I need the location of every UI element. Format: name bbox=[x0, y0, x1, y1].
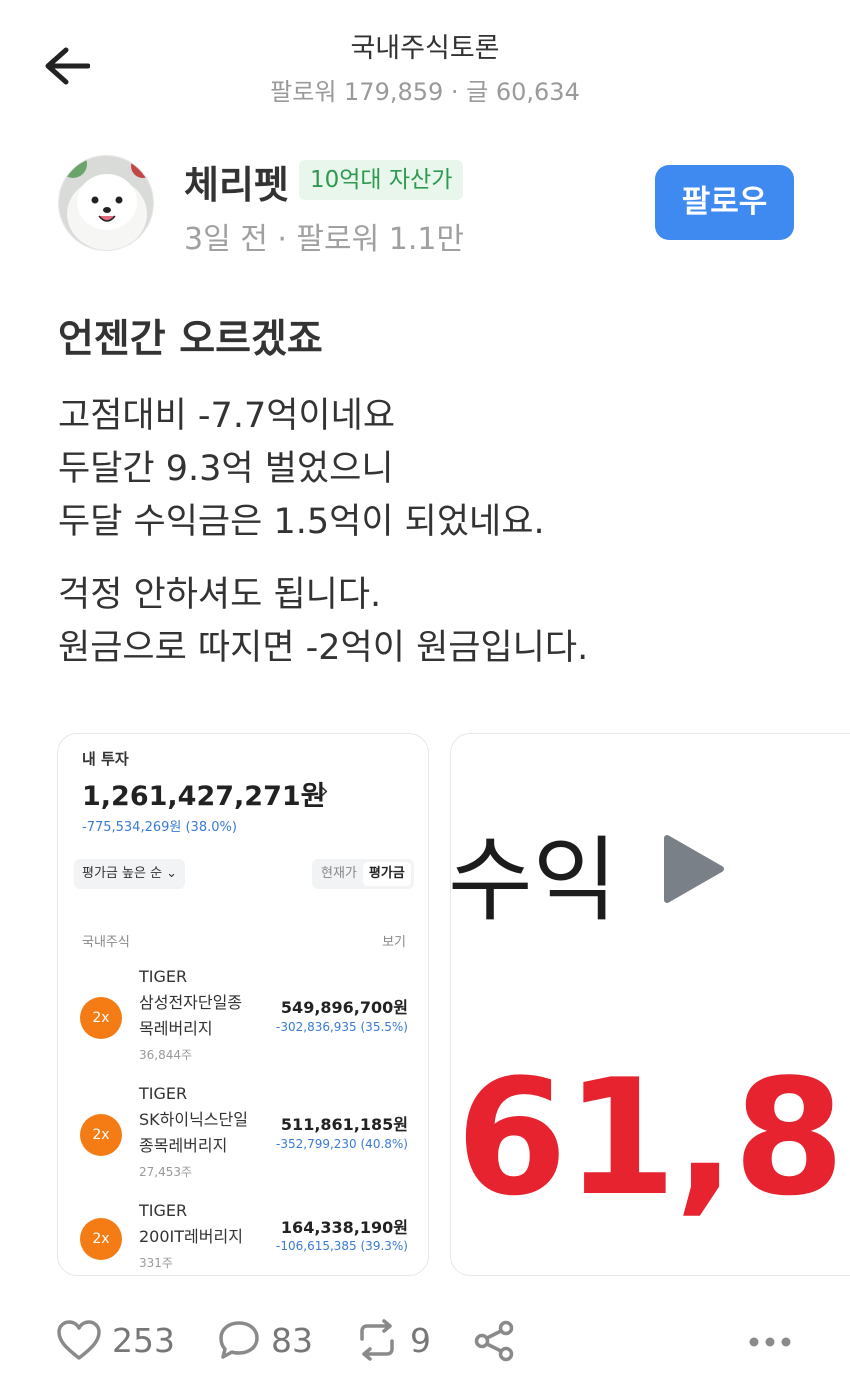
author-name[interactable]: 체리펫 bbox=[184, 154, 289, 209]
post-line: 걱정 안하셔도 됩니다. bbox=[58, 575, 382, 615]
header: 국내주식토론 팔로워 179,859 · 글 60,634 bbox=[0, 0, 850, 118]
play-icon bbox=[664, 835, 724, 903]
post-line: 두달간 9.3억 벌었으니 bbox=[58, 449, 394, 489]
post-line: 원금으로 따지면 -2억이 원금입니다. bbox=[58, 628, 589, 668]
leverage-badge: 2x bbox=[80, 1218, 122, 1260]
holding-change: -302,836,935 (35.5%) bbox=[276, 1020, 408, 1034]
section-label: 국내주식 bbox=[82, 935, 130, 950]
post-actions: 253 83 9 bbox=[0, 1305, 850, 1385]
board-title[interactable]: 국내주식토론 bbox=[0, 26, 850, 65]
holding-name-line: 삼성전자단일종 bbox=[139, 993, 243, 1012]
post-line: 두달 수익금은 1.5억이 되었네요. bbox=[58, 502, 545, 542]
heart-icon bbox=[57, 1320, 101, 1360]
holding-name: TIGER 200IT레버리지 bbox=[139, 1198, 243, 1250]
repost-count: 9 bbox=[410, 1320, 431, 1360]
post-meta: 3일 전 · 팔로워 1.1만 bbox=[184, 222, 465, 257]
price-toggle: 현재가 평가금 bbox=[312, 859, 414, 889]
post-body: 고점대비 -7.7억이네요 두달간 9.3억 벌었으니 두달 수익금은 1.5억… bbox=[58, 390, 588, 675]
share-button[interactable] bbox=[472, 1319, 516, 1363]
holding-change: -106,615,385 (39.3%) bbox=[276, 1239, 408, 1253]
holding-name-line: SK하이닉스단일 bbox=[139, 1110, 248, 1129]
sort-label: 평가금 높은 순 bbox=[82, 866, 163, 881]
profit-screenshot-card[interactable]: 수익 61,82 bbox=[450, 733, 850, 1276]
toggle-current-price: 현재가 bbox=[321, 866, 357, 881]
holding-name-line: TIGER bbox=[139, 1201, 188, 1220]
post-line: 고점대비 -7.7억이네요 bbox=[58, 396, 396, 436]
author-badge: 10억대 자산가 bbox=[299, 160, 464, 200]
like-button[interactable]: 253 bbox=[56, 1319, 175, 1361]
more-horizontal-icon bbox=[749, 1337, 791, 1347]
leverage-badge: 2x bbox=[80, 997, 122, 1039]
board-stats: 팔로워 179,859 · 글 60,634 bbox=[270, 78, 580, 106]
profit-word: 수익 bbox=[450, 827, 618, 934]
holding-amount: 164,338,190원 bbox=[280, 1218, 408, 1237]
investment-total: 1,261,427,271원 bbox=[82, 781, 326, 812]
toggle-valuation: 평가금 bbox=[362, 862, 411, 886]
leverage-badge: 2x bbox=[80, 1114, 122, 1156]
holding-name: TIGER SK하이닉스단일 종목레버리지 bbox=[139, 1081, 248, 1159]
holding-name-line: TIGER bbox=[139, 967, 188, 986]
share-icon bbox=[474, 1320, 514, 1362]
section-link: 보기 bbox=[382, 935, 406, 950]
investment-screenshot-card[interactable]: 내 투자 1,261,427,271원 › -775,534,269원 (38.… bbox=[57, 733, 429, 1276]
holding-row: 2x TIGER 삼성전자단일종 목레버리지 36,844주 549,896,7… bbox=[58, 964, 428, 1074]
like-count: 253 bbox=[112, 1320, 175, 1360]
profit-number: 61,82 bbox=[456, 1044, 850, 1231]
holding-row: 2x TIGER SK하이닉스단일 종목레버리지 27,453주 511,861… bbox=[58, 1081, 428, 1191]
avatar[interactable] bbox=[58, 155, 154, 251]
holding-amount: 549,896,700원 bbox=[280, 998, 408, 1017]
investment-label: 내 투자 bbox=[82, 750, 129, 768]
repost-button[interactable]: 9 bbox=[354, 1319, 431, 1361]
holding-amount: 511,861,185원 bbox=[280, 1115, 408, 1134]
chevron-right-icon: › bbox=[320, 779, 329, 804]
comment-count: 83 bbox=[271, 1320, 313, 1360]
dog-avatar-image bbox=[59, 156, 153, 250]
more-options-button[interactable] bbox=[748, 1333, 792, 1352]
holding-row: 2x TIGER 200IT레버리지 331주 164,338,190원 -10… bbox=[58, 1198, 428, 1275]
holding-name-line: TIGER bbox=[139, 1084, 188, 1103]
holding-name: TIGER 삼성전자단일종 목레버리지 bbox=[139, 964, 242, 1042]
repost-icon bbox=[360, 1319, 394, 1361]
holding-name-line: 200IT레버리지 bbox=[139, 1227, 243, 1246]
investment-diff: -775,534,269원 (38.0%) bbox=[82, 820, 237, 835]
holding-qty: 331주 bbox=[139, 1256, 173, 1270]
comment-button[interactable]: 83 bbox=[217, 1319, 313, 1361]
holding-name-line: 목레버리지 bbox=[139, 1019, 213, 1038]
holding-change: -352,799,230 (40.8%) bbox=[276, 1137, 408, 1151]
chevron-down-icon: ⌄ bbox=[166, 866, 178, 881]
follow-button[interactable]: 팔로우 bbox=[655, 165, 794, 240]
sort-dropdown: 평가금 높은 순 ⌄ bbox=[74, 859, 186, 889]
holding-qty: 27,453주 bbox=[139, 1165, 193, 1179]
post-title: 언젠간 오르겠죠 bbox=[58, 317, 323, 362]
holding-qty: 36,844주 bbox=[139, 1048, 193, 1062]
comment-icon bbox=[219, 1321, 259, 1359]
holding-name-line: 종목레버리지 bbox=[139, 1136, 228, 1155]
